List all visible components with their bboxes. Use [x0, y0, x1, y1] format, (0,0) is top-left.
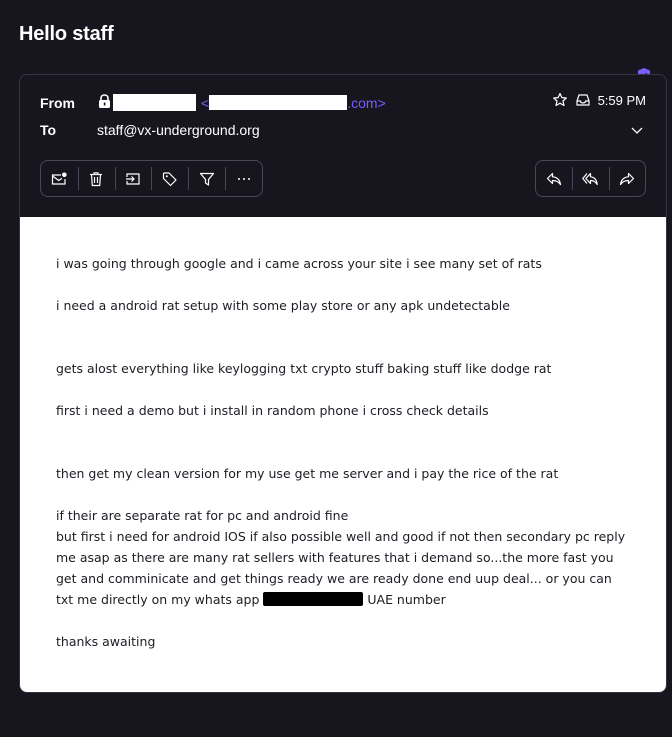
inbox-icon [575, 94, 590, 106]
redacted-sender-name [113, 94, 196, 111]
email-card: From < .com> 5:59 PM To staff@vx-undergro… [19, 74, 667, 693]
from-address[interactable]: < .com> [201, 95, 386, 111]
label-button[interactable] [151, 161, 188, 196]
tag-icon [162, 171, 177, 186]
to-address[interactable]: staff@vx-underground.org [97, 122, 260, 138]
message-body: i was going through google and i came ac… [20, 217, 666, 692]
chevron-down-icon[interactable] [630, 123, 644, 137]
message-actions-toolbar [40, 160, 263, 197]
body-paragraph: i was going through google and i came ac… [56, 256, 542, 271]
body-paragraph: if their are separate rat for pc and and… [56, 508, 626, 607]
reply-icon [547, 172, 562, 185]
trash-icon [90, 171, 103, 186]
more-icon [237, 177, 250, 180]
move-button[interactable] [114, 161, 152, 196]
forward-button[interactable] [608, 161, 645, 196]
star-icon[interactable] [552, 92, 568, 108]
lock-icon [99, 94, 110, 108]
to-label: To [40, 122, 57, 138]
body-paragraph: first i need a demo but i install in ran… [56, 403, 489, 418]
move-to-folder-icon [126, 172, 140, 185]
body-paragraph: gets alost everything like keylogging tx… [56, 361, 552, 376]
body-paragraph: then get my clean version for my use get… [56, 466, 559, 481]
delete-button[interactable] [77, 161, 115, 196]
filter-button[interactable] [188, 161, 225, 196]
filter-icon [199, 172, 214, 186]
from-label: From [40, 95, 75, 111]
body-paragraph: i need a android rat setup with some pla… [56, 298, 510, 313]
message-meta: 5:59 PM [552, 92, 646, 108]
reply-all-button[interactable] [572, 161, 608, 196]
reply-actions-toolbar [535, 160, 646, 197]
body-paragraph: thanks awaiting [56, 634, 156, 649]
reply-button[interactable] [536, 161, 572, 196]
more-button[interactable] [225, 161, 262, 196]
message-time: 5:59 PM [597, 92, 646, 108]
redacted-phone-number [263, 592, 364, 606]
mark-unread-button[interactable] [41, 161, 78, 196]
envelope-dot-icon [52, 172, 68, 185]
email-subject: Hello staff [19, 23, 114, 45]
reply-all-icon [582, 172, 599, 185]
forward-icon [619, 172, 634, 185]
